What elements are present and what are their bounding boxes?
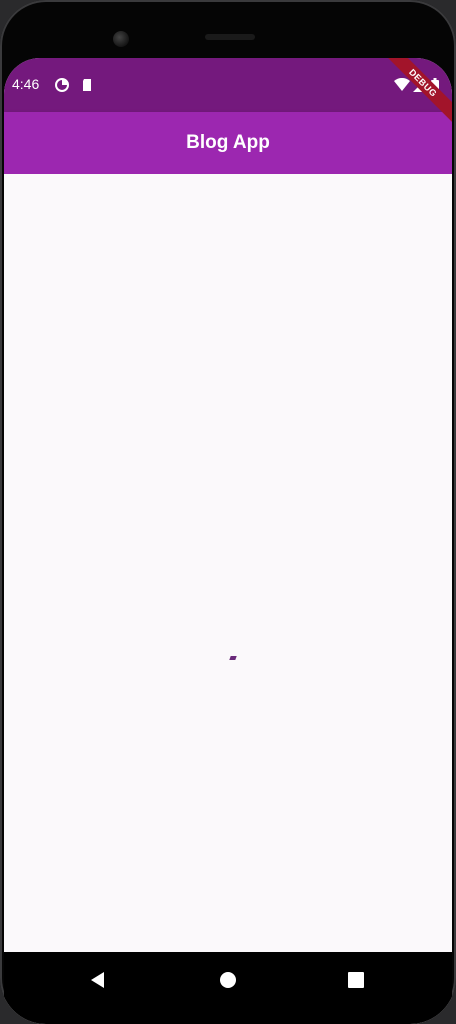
navigation-bar: [4, 952, 452, 1024]
earpiece-speaker: [205, 34, 255, 40]
app-bar: Blog App: [4, 112, 452, 174]
battery-icon: [431, 78, 439, 92]
sd-card-icon: [83, 79, 91, 91]
back-icon[interactable]: [86, 968, 110, 992]
status-time: 4:46: [12, 76, 40, 92]
status-bar: 4:46: [4, 58, 452, 112]
loading-indicator-icon: [229, 656, 237, 660]
phone-frame: 4:46 Blog App DEBUG: [0, 0, 456, 1024]
signal-icon: [413, 78, 427, 92]
wifi-icon: [394, 78, 410, 91]
recents-icon[interactable]: [344, 968, 368, 992]
data-saver-icon: [55, 78, 69, 92]
home-icon[interactable]: [216, 968, 240, 992]
front-camera-icon: [113, 31, 129, 47]
app-title: Blog App: [186, 132, 270, 153]
content-area: [4, 174, 452, 952]
screen: 4:46 Blog App DEBUG: [4, 58, 452, 1024]
